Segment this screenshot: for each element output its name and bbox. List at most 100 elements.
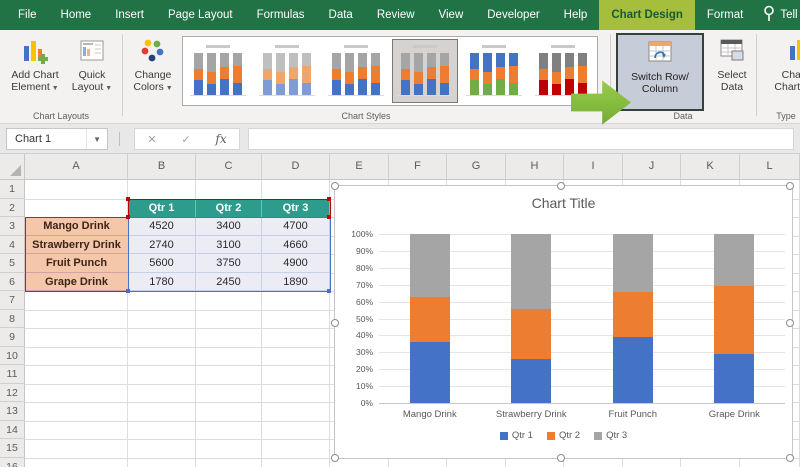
column-header-D[interactable]: D (262, 154, 330, 179)
chart-object[interactable]: Chart Title 0% 10% 20% 30% 40% 50% 60% 70% 80% 90… (331, 182, 794, 462)
selection-handle[interactable] (786, 182, 794, 190)
value-cell-grape-drink-qtr-2[interactable]: 2450 (196, 272, 262, 291)
tab-help[interactable]: Help (552, 0, 600, 30)
enter-icon[interactable]: ✓ (181, 133, 190, 146)
column-header-G[interactable]: G (447, 154, 506, 179)
value-cell-mango-drink-qtr-2[interactable]: 3400 (196, 217, 262, 236)
selection-handle[interactable] (331, 182, 339, 190)
value-cell-strawberry-drink-qtr-3[interactable]: 4660 (262, 235, 330, 254)
tab-data[interactable]: Data (317, 0, 365, 30)
bar-strawberry-drink[interactable] (511, 234, 552, 403)
change-chart-type-button[interactable]: Change Chart Type (762, 35, 800, 109)
bar-grape-drink[interactable] (714, 234, 755, 403)
column-header-C[interactable]: C (196, 154, 262, 179)
name-box-dropdown-icon[interactable]: ▼ (86, 129, 107, 149)
category-cell-fruit-punch[interactable]: Fruit Punch (25, 254, 128, 273)
row-header-1[interactable]: 1 (0, 180, 25, 199)
row-header-15[interactable]: 15 (0, 439, 25, 458)
range-handle[interactable] (126, 289, 130, 293)
row-header-2[interactable]: 2 (0, 198, 25, 217)
tab-insert[interactable]: Insert (103, 0, 156, 30)
row-header-12[interactable]: 12 (0, 383, 25, 402)
insert-function-icon[interactable]: fx (215, 132, 226, 146)
column-header-A[interactable]: A (25, 154, 128, 179)
bar-fruit-punch[interactable] (612, 234, 653, 403)
quick-layout-button[interactable]: Quick Layout ▼ (66, 35, 118, 109)
column-header-E[interactable]: E (330, 154, 389, 179)
value-cell-fruit-punch-qtr-1[interactable]: 5600 (128, 254, 196, 273)
category-cell-grape-drink[interactable]: Grape Drink (25, 272, 128, 291)
chart-style-thumb-5[interactable] (461, 39, 527, 103)
range-handle[interactable] (327, 196, 331, 201)
column-header-J[interactable]: J (623, 154, 681, 179)
category-cell-mango-drink[interactable]: Mango Drink (25, 217, 128, 236)
row-header-11[interactable]: 11 (0, 365, 25, 384)
selection-handle[interactable] (331, 319, 339, 327)
name-box[interactable]: Chart 1 ▼ (6, 128, 108, 150)
chart-style-thumb-2[interactable] (254, 39, 320, 103)
select-all-corner[interactable] (0, 154, 25, 179)
tab-chart-design[interactable]: Chart Design (599, 0, 695, 30)
column-header-L[interactable]: L (740, 154, 800, 179)
chart-style-thumb-1[interactable] (185, 39, 251, 103)
row-header-8[interactable]: 8 (0, 309, 25, 328)
tell-me[interactable]: Tell me (763, 0, 800, 30)
formula-input[interactable] (248, 128, 794, 150)
row-header-14[interactable]: 14 (0, 420, 25, 439)
series-header-cell-qtr-2[interactable]: Qtr 2 (196, 198, 262, 217)
column-header-I[interactable]: I (564, 154, 623, 179)
series-header-cell-qtr-1[interactable]: Qtr 1 (128, 198, 196, 217)
tab-developer[interactable]: Developer (475, 0, 551, 30)
chart-style-thumb-6[interactable] (530, 39, 596, 103)
chart-title[interactable]: Chart Title (335, 195, 792, 211)
row-header-10[interactable]: 10 (0, 346, 25, 365)
column-header-B[interactable]: B (128, 154, 196, 179)
value-cell-strawberry-drink-qtr-1[interactable]: 2740 (128, 235, 196, 254)
selection-handle[interactable] (331, 454, 339, 462)
range-handle[interactable] (327, 289, 331, 293)
row-header-16[interactable]: 16 (0, 457, 25, 467)
row-header-4[interactable]: 4 (0, 235, 25, 254)
add-chart-element-button[interactable]: Add Chart Element ▼ (6, 35, 64, 109)
bar-mango-drink[interactable] (409, 234, 450, 403)
category-cell-strawberry-drink[interactable]: Strawberry Drink (25, 235, 128, 254)
series-header-cell-qtr-3[interactable]: Qtr 3 (262, 198, 330, 217)
selection-handle[interactable] (786, 454, 794, 462)
selection-handle[interactable] (786, 319, 794, 327)
change-colors-button[interactable]: Change Colors ▼ (128, 35, 178, 109)
tab-view[interactable]: View (427, 0, 476, 30)
range-handle[interactable] (327, 215, 331, 219)
row-header-9[interactable]: 9 (0, 328, 25, 347)
value-cell-strawberry-drink-qtr-2[interactable]: 3100 (196, 235, 262, 254)
value-cell-mango-drink-qtr-3[interactable]: 4700 (262, 217, 330, 236)
value-cell-grape-drink-qtr-3[interactable]: 1890 (262, 272, 330, 291)
tab-review[interactable]: Review (365, 0, 427, 30)
selection-handle[interactable] (557, 454, 565, 462)
tab-home[interactable]: Home (49, 0, 104, 30)
value-cell-fruit-punch-qtr-2[interactable]: 3750 (196, 254, 262, 273)
value-cell-mango-drink-qtr-1[interactable]: 4520 (128, 217, 196, 236)
chart-styles-gallery[interactable] (182, 36, 598, 106)
column-header-F[interactable]: F (389, 154, 447, 179)
row-header-7[interactable]: 7 (0, 291, 25, 310)
range-handle[interactable] (126, 215, 130, 219)
tab-formulas[interactable]: Formulas (245, 0, 317, 30)
column-header-K[interactable]: K (681, 154, 740, 179)
row-header-6[interactable]: 6 (0, 272, 25, 291)
value-cell-fruit-punch-qtr-3[interactable]: 4900 (262, 254, 330, 273)
chart-style-thumb-3[interactable] (323, 39, 389, 103)
select-data-button[interactable]: Select Data (708, 35, 756, 109)
cancel-icon[interactable]: ✕ (147, 133, 156, 146)
row-header-13[interactable]: 13 (0, 402, 25, 421)
value-cell-grape-drink-qtr-1[interactable]: 1780 (128, 272, 196, 291)
chart-style-thumb-4[interactable] (392, 39, 458, 103)
tab-page-layout[interactable]: Page Layout (156, 0, 245, 30)
selection-handle[interactable] (557, 182, 565, 190)
switch-row-column-button[interactable]: Switch Row/ Column (616, 33, 704, 111)
tab-file[interactable]: File (6, 0, 49, 30)
row-header-5[interactable]: 5 (0, 254, 25, 273)
column-header-H[interactable]: H (506, 154, 564, 179)
range-handle[interactable] (126, 196, 130, 201)
tab-format[interactable]: Format (695, 0, 755, 30)
row-header-3[interactable]: 3 (0, 217, 25, 236)
